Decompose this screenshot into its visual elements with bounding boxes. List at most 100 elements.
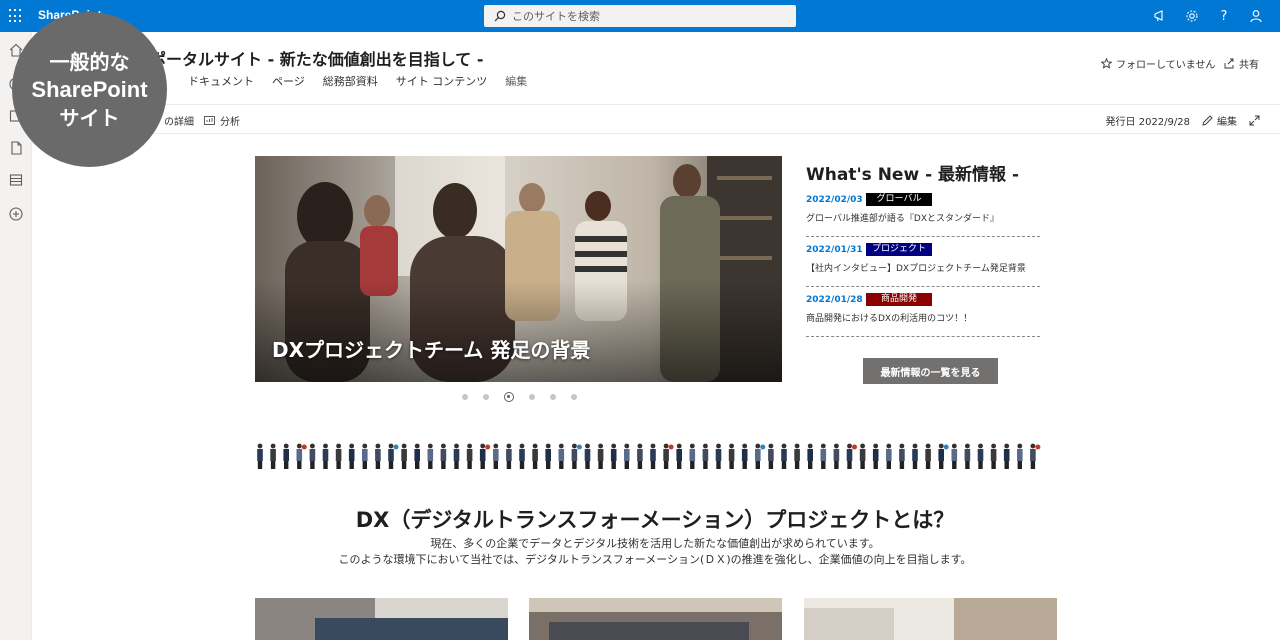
content-card-image[interactable] (529, 598, 782, 640)
person-figure (375, 443, 381, 469)
carousel-dot-4[interactable] (529, 394, 535, 400)
person-figure (493, 443, 499, 469)
site-search-box[interactable] (484, 5, 796, 27)
share-button[interactable]: 共有 (1224, 56, 1259, 71)
person-figure (388, 443, 399, 469)
edit-label: 編集 (1217, 117, 1237, 128)
help-icon[interactable]: ? (1208, 0, 1240, 32)
page-details-button[interactable]: の詳細 (164, 113, 194, 128)
person-figure (309, 443, 316, 469)
content-card-image[interactable] (255, 598, 508, 640)
carousel-dot-5[interactable] (550, 394, 556, 400)
person-figure (322, 443, 329, 469)
person-figure (938, 443, 949, 469)
news-item[interactable]: 2022/02/03 グローバル グローバル推進部が語る『DXとスタンダード』 (806, 193, 1040, 237)
view-all-news-button[interactable]: 最新情報の一覧を見る (863, 358, 998, 384)
news-date: 2022/01/28 (806, 295, 863, 305)
analytics-icon (204, 116, 215, 125)
carousel-dot-1[interactable] (462, 394, 468, 400)
news-date: 2022/01/31 (806, 245, 863, 255)
create-icon[interactable] (8, 206, 24, 222)
expand-icon[interactable] (1249, 115, 1260, 126)
nav-item-general-affairs[interactable]: 総務部資料 (323, 73, 378, 89)
news-tag: グローバル (866, 193, 932, 206)
search-input[interactable] (512, 7, 782, 25)
news-date: 2022/02/03 (806, 195, 863, 205)
published-date: 発行日 2022/9/28 (1105, 117, 1190, 128)
person-figure (689, 443, 696, 469)
person-figure (741, 443, 748, 469)
carousel-dot-3[interactable] (504, 392, 514, 402)
news-item[interactable]: 2022/01/28 商品開発 商品開発におけるDXの利活用のコツ！！ (806, 293, 1040, 337)
person-figure (650, 443, 656, 469)
carousel-dot-2[interactable] (483, 394, 489, 400)
person-figure (545, 443, 551, 469)
person-figure (899, 443, 905, 469)
person-figure (912, 443, 918, 469)
person-figure (728, 443, 735, 469)
list-icon[interactable] (8, 172, 24, 188)
person-figure (335, 443, 342, 469)
person-figure (440, 443, 447, 469)
person-figure (964, 443, 971, 469)
person-figure (781, 443, 787, 469)
person-figure (807, 443, 813, 469)
hero-carousel-image[interactable]: DXプロジェクトチーム 発足の背景 (255, 156, 782, 382)
news-link[interactable]: 【社内インタビュー】DXプロジェクトチーム発足背景 (806, 261, 1026, 274)
content-card-image[interactable] (804, 598, 1057, 640)
person-figure (479, 443, 491, 469)
carousel-dot-6[interactable] (571, 394, 577, 400)
gear-icon[interactable] (1176, 0, 1208, 32)
person-figure (676, 443, 682, 469)
person-figure (453, 443, 460, 469)
person-figure (715, 443, 722, 469)
nav-item-edit[interactable]: 編集 (505, 73, 527, 89)
person-figure (663, 443, 674, 469)
app-launcher-icon[interactable] (9, 9, 23, 23)
edit-page-button[interactable]: 編集 (1202, 113, 1237, 128)
person-figure (637, 443, 643, 469)
person-figure (833, 443, 840, 469)
nav-item-pages[interactable]: ページ (272, 73, 305, 89)
star-icon (1101, 58, 1112, 69)
site-title[interactable]: ポータルサイト - 新たな価値創出を目指して - (150, 46, 484, 70)
page-command-bar: の詳細 分析 発行日 2022/9/28 編集 (32, 104, 1280, 134)
person-figure (1003, 443, 1010, 469)
site-navigation: ドキュメント ページ 総務部資料 サイト コンテンツ 編集 (158, 73, 527, 89)
person-figure (624, 443, 630, 469)
overlay-badge: 一般的な SharePoint サイト (12, 12, 167, 167)
page-details-label: の詳細 (164, 117, 194, 128)
analytics-button[interactable]: 分析 (204, 113, 240, 128)
person-figure (283, 443, 289, 469)
news-tag: プロジェクト (866, 243, 932, 256)
news-item[interactable]: 2022/01/31 プロジェクト 【社内インタビュー】DXプロジェクトチーム発… (806, 243, 1040, 287)
person-figure (872, 443, 879, 469)
person-figure (755, 443, 766, 469)
person-figure (768, 443, 774, 469)
analytics-label: 分析 (220, 117, 240, 128)
person-figure (990, 443, 997, 469)
person-figure (296, 443, 307, 469)
hero-caption[interactable]: DXプロジェクトチーム 発足の背景 (272, 334, 590, 363)
account-icon[interactable] (1240, 0, 1272, 32)
follow-label: フォローしていません (1116, 60, 1216, 71)
file-icon[interactable] (8, 140, 24, 156)
nav-item-site-contents[interactable]: サイト コンテンツ (396, 73, 488, 89)
news-tag: 商品開発 (866, 293, 932, 306)
person-figure (362, 443, 368, 469)
person-figure (597, 443, 604, 469)
person-figure (558, 443, 565, 469)
news-link[interactable]: グローバル推進部が語る『DXとスタンダード』 (806, 211, 999, 224)
badge-line-1: 一般的な (49, 49, 130, 74)
person-figure (348, 443, 355, 469)
person-figure (702, 443, 709, 469)
suite-bar: SharePoint ? (0, 0, 1280, 32)
news-link[interactable]: 商品開発におけるDXの利活用のコツ！！ (806, 311, 972, 324)
follow-button[interactable]: フォローしていません (1101, 56, 1215, 71)
person-figure (951, 443, 958, 469)
megaphone-icon[interactable] (1144, 0, 1176, 32)
badge-line-3: サイト (59, 105, 120, 130)
nav-item-documents[interactable]: ドキュメント (188, 73, 254, 89)
person-figure (506, 443, 512, 469)
person-figure (886, 443, 892, 469)
